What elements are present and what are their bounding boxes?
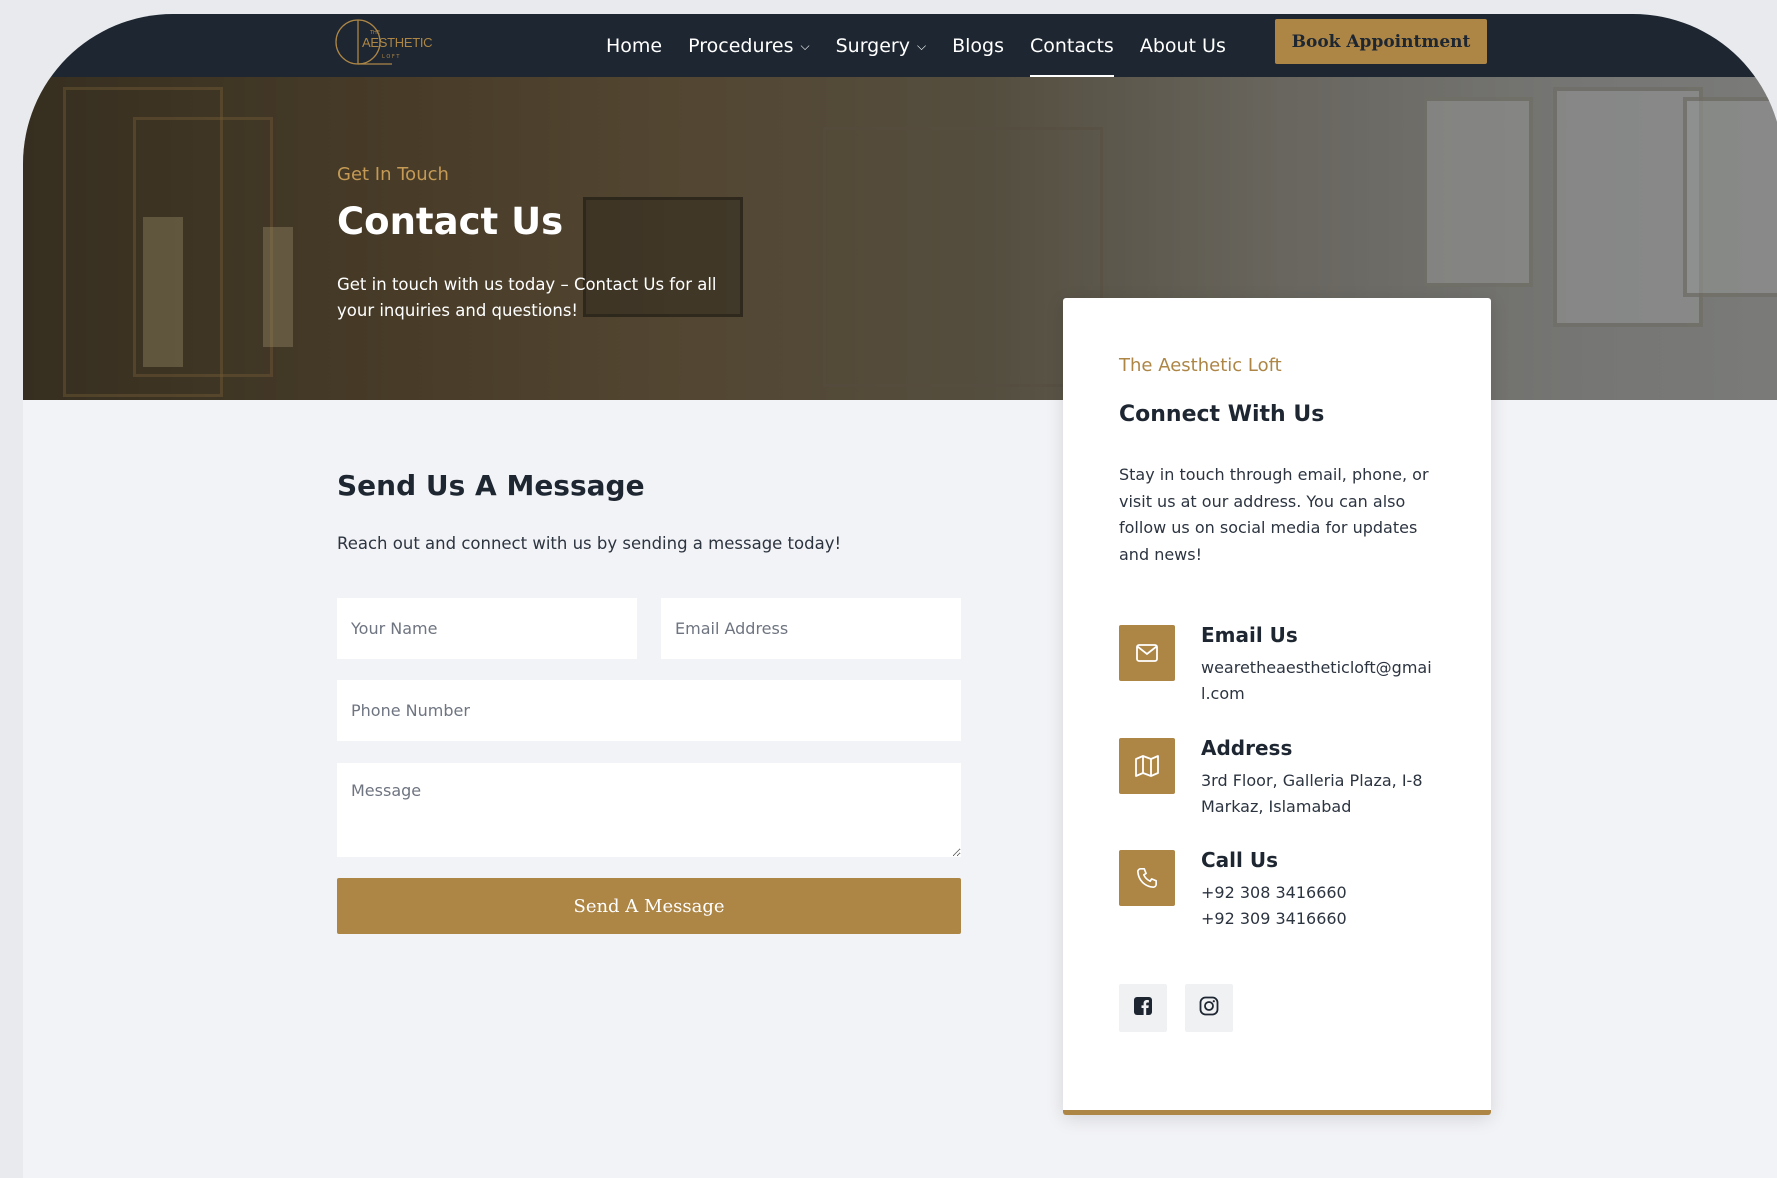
- book-appointment-button[interactable]: Book Appointment: [1275, 19, 1487, 64]
- instagram-button[interactable]: [1185, 984, 1233, 1032]
- hero-eyebrow: Get In Touch: [337, 164, 449, 185]
- nav-item-contacts[interactable]: Contacts: [1030, 14, 1114, 77]
- site-logo[interactable]: THE L O F T AESTHETIC: [332, 14, 442, 74]
- hero-overlay: [23, 77, 1777, 400]
- card-eyebrow: The Aesthetic Loft: [1119, 355, 1282, 376]
- address-text: 3rd Floor, Galleria Plaza, I-8 Markaz, I…: [1201, 771, 1423, 816]
- svg-text:L O F T: L O F T: [382, 54, 400, 60]
- form-subtitle: Reach out and connect with us by sending…: [337, 534, 842, 553]
- nav-item-about-us[interactable]: About Us: [1140, 14, 1226, 77]
- nav-item-home[interactable]: Home: [606, 14, 662, 77]
- instagram-icon: [1199, 996, 1219, 1020]
- card-title: Connect With Us: [1119, 402, 1325, 427]
- nav-item-procedures[interactable]: Procedures ⌵: [688, 14, 809, 77]
- phone-number-2[interactable]: +92 309 3416660: [1201, 906, 1441, 932]
- phone-number-1[interactable]: +92 308 3416660: [1201, 880, 1441, 906]
- phone-icon: [1119, 850, 1175, 906]
- send-message-button[interactable]: Send A Message: [337, 878, 961, 934]
- contact-info-card: The Aesthetic Loft Connect With Us Stay …: [1063, 298, 1491, 1115]
- chevron-down-icon: ⌵: [916, 39, 927, 53]
- chevron-down-icon: ⌵: [800, 39, 810, 53]
- mail-icon: [1119, 625, 1175, 681]
- phone-title: Call Us: [1201, 848, 1278, 872]
- page-frame: THE L O F T AESTHETIC Home Procedures ⌵ S…: [23, 14, 1777, 1178]
- email-link[interactable]: wearetheaestheticloft@gmail.com: [1201, 655, 1441, 707]
- email-title: Email Us: [1201, 623, 1298, 647]
- nav-item-blogs[interactable]: Blogs: [952, 14, 1004, 77]
- map-icon: [1119, 738, 1175, 794]
- facebook-icon: [1134, 997, 1152, 1019]
- top-navbar: THE L O F T AESTHETIC Home Procedures ⌵ S…: [23, 14, 1777, 77]
- email-input[interactable]: [661, 598, 961, 659]
- address-title: Address: [1201, 736, 1293, 760]
- primary-nav: Home Procedures ⌵ Surgery ⌵ Blogs Contacts…: [606, 14, 1252, 77]
- page-title: Contact Us: [337, 200, 564, 243]
- facebook-button[interactable]: [1119, 984, 1167, 1032]
- card-description: Stay in touch through email, phone, or v…: [1119, 465, 1429, 564]
- nav-item-surgery[interactable]: Surgery ⌵: [836, 14, 927, 77]
- phone-input[interactable]: [337, 680, 961, 741]
- form-title: Send Us A Message: [337, 469, 645, 502]
- message-textarea[interactable]: [337, 763, 961, 857]
- hero-subtitle: Get in touch with us today – Contact Us …: [337, 275, 717, 320]
- logo-text: AESTHETIC: [362, 35, 433, 50]
- hero-banner: [23, 77, 1777, 400]
- name-input[interactable]: [337, 598, 637, 659]
- phone-numbers: +92 308 3416660 +92 309 3416660: [1201, 880, 1441, 932]
